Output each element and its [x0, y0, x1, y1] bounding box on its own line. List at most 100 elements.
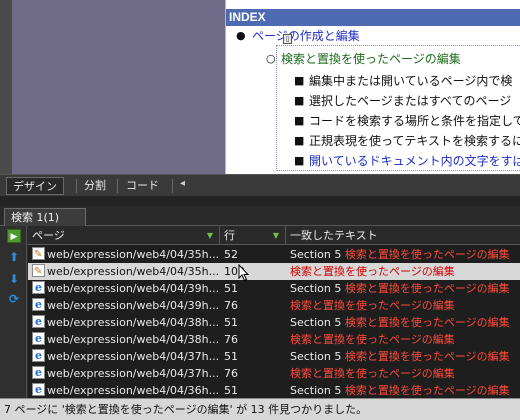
column-label: 一致したテキスト — [290, 229, 378, 242]
table-row[interactable]: web/expression/web4/04/36h... 51 Section 5… — [28, 382, 520, 398]
cell-page: web/expression/web4/04/39h... — [32, 297, 220, 314]
section-label: Section 5 — [290, 384, 345, 397]
ie-page-icon — [32, 365, 45, 381]
view-tabs: デザイン 分割 コード ◂ — [0, 174, 520, 196]
ie-page-icon — [32, 348, 45, 364]
tab-split[interactable]: 分割 — [78, 177, 112, 195]
panel-tabs: 検索 1(1) — [0, 206, 520, 227]
sort-icon[interactable]: ▼ — [273, 226, 279, 245]
table-row[interactable]: web/expression/web4/04/38h... 51 Section 5… — [28, 314, 520, 331]
matched-text: 検索と置換を使ったページの編集 — [290, 299, 455, 312]
page-path: web/expression/web4/04/36h... — [47, 384, 220, 397]
left-margin — [0, 0, 12, 174]
results-toolbar: ▶ ⬆ ⬇ ⟳ — [0, 226, 27, 398]
bullet-disc: ● — [236, 29, 246, 42]
table-row[interactable]: web/expression/web4/04/39h... 51 Section 5… — [28, 280, 520, 297]
table-row[interactable]: web/expression/web4/04/38h... 76 検索と置換を使った… — [28, 331, 520, 348]
doc-item[interactable]: 選択したページまたはすべてのページ — [309, 93, 511, 109]
cell-match: 検索と置換を使ったページの編集 — [290, 297, 520, 314]
refresh-icon[interactable]: ⟳ — [7, 292, 21, 306]
column-header-line[interactable]: 行 ▼ — [220, 226, 286, 245]
bullet-square: ■ — [294, 134, 305, 147]
matched-text: 検索と置換を使ったページの編集 — [290, 367, 455, 380]
results-table: ページ ▼ 行 ▼ 一致したテキスト web/expression/web4/0… — [28, 226, 520, 398]
doc-link-create-edit[interactable]: ページの作成と編集 — [252, 28, 360, 44]
bullet-square: ■ — [294, 114, 305, 127]
cell-page: web/expression/web4/04/36h... — [32, 382, 220, 398]
bullet-circle: ○ — [266, 52, 276, 65]
cell-match: 検索と置換を使ったページの編集 — [290, 331, 520, 348]
column-header-page[interactable]: ページ ▼ — [28, 226, 220, 245]
editor-window: { "design": { "index_heading": "INDEX", … — [0, 0, 520, 420]
doc-item[interactable]: コードを検索する場所と条件を指定して — [309, 113, 520, 129]
matched-text: 検索と置換を使ったページの編集 — [344, 248, 510, 261]
panel-splitter[interactable] — [0, 196, 520, 206]
tab-design[interactable]: デザイン — [6, 177, 64, 195]
tabs-scroll-left-icon[interactable]: ◂ — [180, 178, 185, 189]
tab-find-results[interactable]: 検索 1(1) — [4, 208, 86, 227]
section-label: Section 5 — [290, 282, 345, 295]
cursor-marker-icon: ▯ — [283, 34, 292, 44]
sort-icon[interactable]: ▼ — [207, 226, 213, 245]
cell-line: 51 — [224, 316, 238, 329]
design-view[interactable]: INDEX ● ページの作成と編集 ▯ ○ 検索と置換を使ったページの編集 ■ … — [225, 0, 520, 174]
section-label: Section 5 — [290, 248, 345, 261]
matched-text: 検索と置換を使ったページの編集 — [344, 316, 510, 329]
play-icon[interactable]: ▶ — [7, 229, 21, 243]
page-path: web/expression/web4/04/35h... — [47, 248, 220, 261]
cell-page: web/expression/web4/04/35h... — [32, 263, 220, 280]
cell-match: Section 5 検索と置換を使ったページの編集 — [290, 246, 520, 263]
cell-line: 52 — [224, 248, 238, 261]
tab-code[interactable]: コード — [120, 177, 165, 195]
page-path: web/expression/web4/04/37h... — [47, 367, 220, 380]
index-heading: INDEX — [226, 9, 520, 26]
table-row[interactable]: web/expression/web4/04/35h... 52 Section 5… — [28, 246, 520, 263]
arrow-down-icon[interactable]: ⬇ — [7, 272, 21, 286]
design-sidebar-panel — [12, 0, 225, 174]
tab-divider — [172, 179, 173, 193]
matched-text: 検索と置換を使ったページの編集 — [290, 333, 455, 346]
cell-page: web/expression/web4/04/37h... — [32, 365, 220, 382]
ie-page-icon — [32, 280, 45, 296]
cell-match: 検索と置換を使ったページの編集 — [290, 365, 520, 382]
matched-text: 検索と置換を使ったページの編集 — [344, 282, 510, 295]
doc-item[interactable]: 正規表現を使ってテキストを検索するに — [309, 133, 520, 149]
cell-line: 51 — [224, 282, 238, 295]
column-label: 行 — [224, 229, 235, 242]
cell-page: web/expression/web4/04/35h... — [32, 246, 220, 263]
cell-page: web/expression/web4/04/37h... — [32, 348, 220, 365]
ie-page-icon — [32, 297, 45, 313]
ie-page-icon — [32, 314, 45, 330]
page-path: web/expression/web4/04/39h... — [47, 282, 220, 295]
page-path: web/expression/web4/04/38h... — [47, 316, 220, 329]
table-row[interactable]: web/expression/web4/04/37h... 76 検索と置換を使った… — [28, 365, 520, 382]
cell-page: web/expression/web4/04/38h... — [32, 331, 220, 348]
cell-line: 76 — [224, 333, 238, 346]
tab-divider — [76, 179, 77, 193]
cell-line: 51 — [224, 384, 238, 397]
cell-page: web/expression/web4/04/39h... — [32, 280, 220, 297]
doc-subheading[interactable]: 検索と置換を使ったページの編集 — [281, 51, 461, 67]
page-path: web/expression/web4/04/38h... — [47, 333, 220, 346]
table-row[interactable]: web/expression/web4/04/39h... 76 検索と置換を使った… — [28, 297, 520, 314]
cell-match: Section 5 検索と置換を使ったページの編集 — [290, 382, 520, 398]
ie-page-icon — [32, 331, 45, 347]
doc-link[interactable]: 開いているドキュメント内の文字をすば — [309, 153, 520, 169]
bullet-square: ■ — [294, 154, 305, 167]
cell-match: Section 5 検索と置換を使ったページの編集 — [290, 348, 520, 365]
mouse-cursor-icon — [238, 264, 250, 282]
section-label: Section 5 — [290, 350, 345, 363]
column-label: ページ — [32, 229, 65, 242]
table-row[interactable]: web/expression/web4/04/35h... 109 検索と置換を使っ… — [28, 263, 520, 280]
arrow-up-icon[interactable]: ⬆ — [7, 250, 21, 264]
page-path: web/expression/web4/04/39h... — [47, 299, 220, 312]
matched-text: 検索と置換を使ったページの編集 — [344, 350, 510, 363]
column-header-match[interactable]: 一致したテキスト — [286, 226, 520, 245]
table-header: ページ ▼ 行 ▼ 一致したテキスト — [28, 226, 520, 245]
cell-line: 76 — [224, 299, 238, 312]
status-bar: 7 ページに '検索と置換を使ったページの編集' が 13 件見つかりました。 — [0, 398, 520, 420]
cell-match: Section 5 検索と置換を使ったページの編集 — [290, 314, 520, 331]
bullet-square: ■ — [294, 94, 305, 107]
table-row[interactable]: web/expression/web4/04/37h... 51 Section 5… — [28, 348, 520, 365]
doc-item[interactable]: 編集中または開いているページ内で検 — [309, 73, 512, 89]
